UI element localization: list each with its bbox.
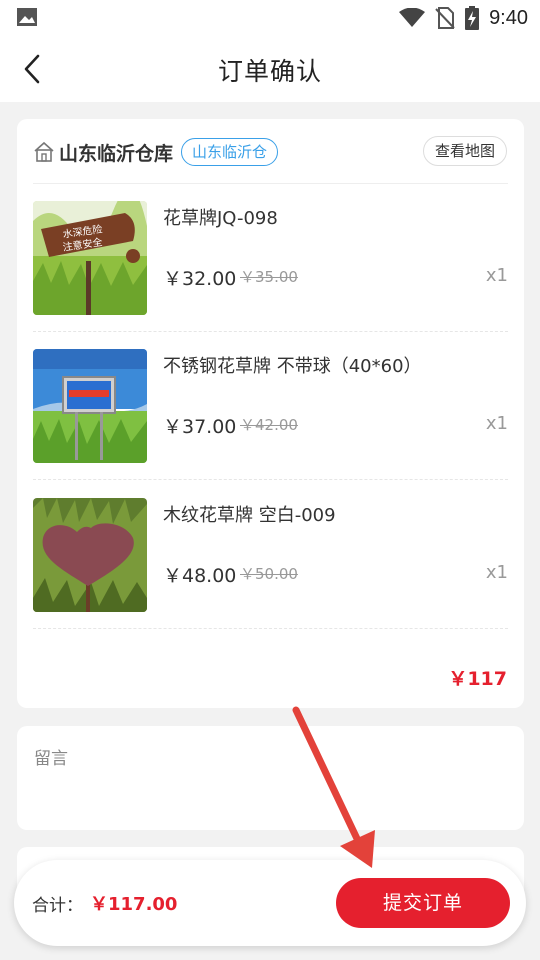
- status-bar: 9:40: [0, 0, 540, 36]
- product-quantity: x1: [485, 562, 508, 583]
- store-header: 山东临沂仓库 山东临沂仓: [33, 137, 279, 167]
- total-amount: ￥117.00: [90, 894, 178, 915]
- product-price: ￥32.00: [163, 268, 237, 290]
- product-item[interactable]: 木纹花草牌 空白-009 ￥48.00 ￥50.00 x1: [33, 481, 508, 629]
- product-item[interactable]: 水深危险 注意安全 花草牌JQ-098 ￥32.00 ￥35.00 x1: [33, 184, 508, 332]
- total-label: 合计：: [32, 896, 83, 916]
- product-quantity: x1: [485, 265, 508, 286]
- store-name: 山东临沂仓库: [59, 142, 174, 165]
- product-item[interactable]: 不锈钢花草牌 不带球（40*60） ￥37.00 ￥42.00 x1: [33, 332, 508, 480]
- product-image: 水深危险 注意安全: [33, 201, 147, 315]
- product-image: [33, 349, 147, 463]
- product-price: ￥37.00: [163, 416, 237, 438]
- product-original-price: ￥50.00: [240, 565, 298, 583]
- house-icon: [34, 141, 54, 162]
- submit-order-button[interactable]: 提交订单: [336, 878, 510, 928]
- product-name: 不锈钢花草牌 不带球（40*60）: [163, 356, 422, 377]
- wifi-icon: [399, 8, 426, 27]
- checkout-bar: 合计： ￥117.00 提交订单: [14, 860, 526, 946]
- product-name: 花草牌JQ-098: [163, 208, 278, 229]
- gallery-icon: [17, 8, 37, 26]
- store-tag: 山东临沂仓: [181, 138, 279, 166]
- subtotal-amount: ￥117: [448, 668, 507, 690]
- no-sim-icon: [435, 7, 455, 29]
- status-time: 9:40: [489, 6, 528, 29]
- product-original-price: ￥35.00: [240, 268, 298, 286]
- product-price: ￥48.00: [163, 565, 237, 587]
- product-original-price: ￥42.00: [240, 416, 298, 434]
- product-quantity: x1: [485, 413, 508, 434]
- page-title: 订单确认: [217, 57, 322, 86]
- message-input[interactable]: 留言: [17, 726, 524, 830]
- product-image: [33, 498, 147, 612]
- view-map-button[interactable]: 查看地图: [422, 136, 507, 166]
- product-name: 木纹花草牌 空白-009: [163, 505, 336, 526]
- battery-charging-icon: [465, 6, 480, 30]
- navigation-bar: 订单确认: [0, 36, 540, 102]
- divider: [33, 479, 508, 480]
- order-items-card: 山东临沂仓库 山东临沂仓 查看地图 水深危险 注意安全 花草牌JQ-098 ￥3…: [17, 119, 524, 708]
- divider: [33, 628, 508, 629]
- message-label: 留言: [34, 749, 68, 769]
